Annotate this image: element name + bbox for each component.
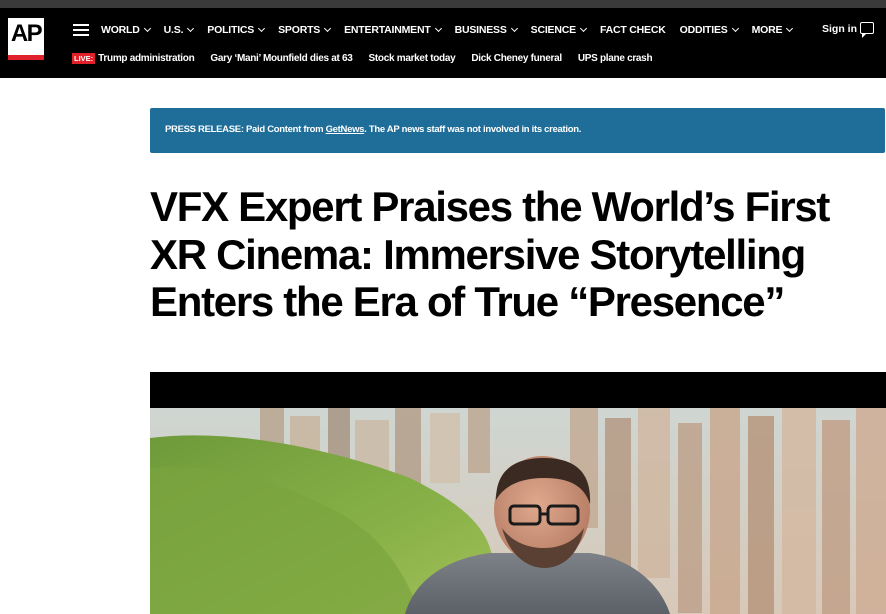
press-release-banner: PRESS RELEASE: Paid Content from GetNews… <box>150 108 885 153</box>
nav-item-politics[interactable]: POLITICS <box>207 24 266 36</box>
chevron-down-icon <box>143 24 151 33</box>
live-badge: LIVE: <box>72 52 96 64</box>
trending-link[interactable]: Gary ‘Mani’ Mounfield dies at 63 <box>210 53 352 64</box>
chevron-down-icon <box>187 24 195 33</box>
ap-logo[interactable]: AP <box>8 18 44 60</box>
trending-link[interactable]: Stock market today <box>369 53 456 64</box>
chevron-down-icon <box>434 24 442 33</box>
getnews-link[interactable]: GetNews <box>326 124 365 135</box>
nav-label: ENTERTAINMENT <box>344 24 431 36</box>
nav-item-business[interactable]: BUSINESS <box>454 24 518 36</box>
article-video[interactable] <box>150 372 886 614</box>
press-release-text: PRESS RELEASE: Paid Content from GetNews… <box>165 124 581 135</box>
top-strip <box>0 0 886 8</box>
nav-label: BUSINESS <box>454 24 507 36</box>
video-frame <box>150 408 886 614</box>
nav-item-oddities[interactable]: ODDITIES <box>679 24 739 36</box>
article-headline: VFX Expert Praises the World’s First XR … <box>150 183 830 325</box>
chevron-down-icon <box>510 24 518 33</box>
nav-label: POLITICS <box>207 24 255 36</box>
nav-item-us[interactable]: U.S. <box>163 24 195 36</box>
nav-item-science[interactable]: SCIENCE <box>530 24 587 36</box>
chevron-down-icon <box>786 24 794 33</box>
nav-item-entertainment[interactable]: ENTERTAINMENT <box>344 24 442 36</box>
sign-in-link[interactable]: Sign in <box>822 23 857 35</box>
press-prefix: PRESS RELEASE: Paid Content from <box>165 124 326 135</box>
nav-label: MORE <box>751 24 783 36</box>
trending-link[interactable]: Trump administration <box>98 53 195 64</box>
nav-label: U.S. <box>163 24 184 36</box>
nav-label: SPORTS <box>278 24 321 36</box>
nav-item-fact-check[interactable]: FACT CHECK <box>600 24 666 36</box>
comment-icon[interactable] <box>860 22 874 38</box>
nav-label: FACT CHECK <box>599 24 666 36</box>
nav-item-sports[interactable]: SPORTS <box>278 24 332 36</box>
site-header: AP WORLD U.S. POLITICS SPORTS ENTERTAINM… <box>0 8 886 78</box>
chevron-down-icon <box>324 24 332 33</box>
menu-icon[interactable] <box>73 24 89 36</box>
logo-red-bar <box>8 55 44 60</box>
trending-bar: LIVE: Trump administration Gary ‘Mani’ M… <box>72 51 668 65</box>
chevron-down-icon <box>579 24 587 33</box>
video-still-image <box>150 408 886 614</box>
nav-item-world[interactable]: WORLD <box>101 24 151 36</box>
logo-text: AP <box>10 20 43 47</box>
nav-item-more[interactable]: MORE <box>751 24 794 36</box>
chevron-down-icon <box>258 24 266 33</box>
nav-label: WORLD <box>101 24 140 36</box>
press-suffix: . The AP news staff was not involved in … <box>364 124 582 135</box>
chevron-down-icon <box>731 24 739 33</box>
trending-link[interactable]: UPS plane crash <box>578 53 653 64</box>
nav-label: SCIENCE <box>530 24 576 36</box>
nav-label: ODDITIES <box>679 24 728 36</box>
main-nav: WORLD U.S. POLITICS SPORTS ENTERTAINMENT… <box>101 22 806 38</box>
trending-link[interactable]: Dick Cheney funeral <box>471 53 562 64</box>
